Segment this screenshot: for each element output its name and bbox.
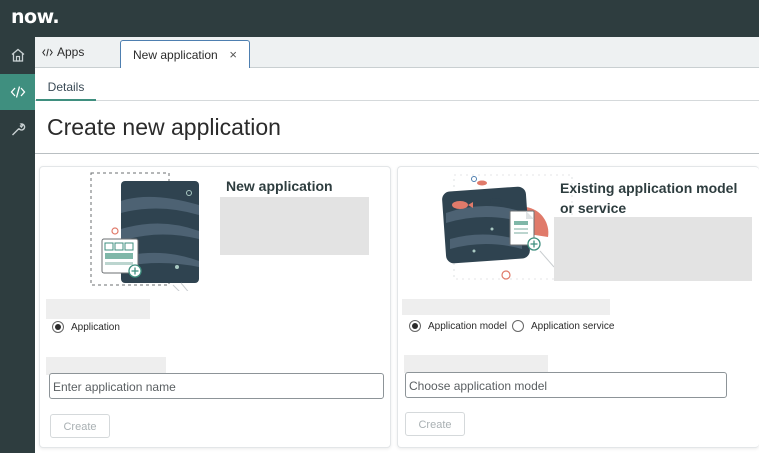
existing-heading-line2: or service: [560, 200, 627, 216]
create-button[interactable]: Create: [405, 412, 465, 436]
left-rail: [0, 37, 35, 453]
wrench-icon: [11, 123, 25, 136]
home-icon: [11, 48, 24, 62]
type-label-placeholder: [402, 299, 610, 315]
application-name-input[interactable]: Enter application name: [49, 373, 384, 399]
model-label-placeholder: [404, 355, 548, 373]
now-logo[interactable]: now.: [11, 6, 60, 28]
close-icon[interactable]: ×: [229, 47, 237, 62]
existing-application-panel: Existing application model or service Ap…: [397, 166, 759, 448]
divider: [35, 153, 759, 154]
home-button[interactable]: [0, 37, 35, 73]
radio-application-model[interactable]: Application model: [409, 320, 507, 332]
radio-application[interactable]: Application: [52, 321, 120, 333]
new-application-panel: New application Application Enter applic…: [39, 166, 391, 448]
radio-selected-icon: [409, 320, 421, 332]
new-application-illustration: [90, 172, 199, 291]
application-model-select[interactable]: Choose application model: [405, 372, 727, 398]
description-placeholder: [220, 197, 369, 255]
new-application-heading: New application: [226, 178, 333, 194]
create-button[interactable]: Create: [50, 414, 110, 438]
existing-heading-line1: Existing application model: [560, 180, 738, 196]
radio-application-service[interactable]: Application service: [512, 320, 614, 332]
main-content: Details Create new application New appli…: [35, 68, 759, 453]
radio-application-service-label: Application service: [531, 320, 615, 332]
type-label-placeholder: [46, 299, 150, 319]
page-title: Create new application: [47, 114, 281, 140]
radio-selected-icon: [52, 321, 64, 333]
radio-application-model-label: Application model: [428, 320, 507, 332]
tools-button[interactable]: [0, 111, 35, 147]
sub-tabs: Details: [35, 68, 759, 101]
tab-new-application-label: New application: [133, 48, 218, 62]
tab-new-application[interactable]: New application ×: [120, 40, 250, 68]
code-icon: [10, 86, 25, 98]
code-icon: [42, 48, 53, 56]
tab-apps[interactable]: Apps: [42, 45, 84, 59]
radio-application-label: Application: [71, 321, 120, 333]
existing-application-heading: Existing application model or service: [560, 178, 737, 218]
tab-apps-label: Apps: [57, 45, 85, 59]
description-placeholder: [554, 217, 752, 281]
radio-unselected-icon: [512, 320, 524, 332]
code-button[interactable]: [0, 74, 35, 110]
tab-bar: Apps New application ×: [35, 37, 759, 68]
tab-details[interactable]: Details: [36, 68, 96, 101]
top-bar: now.: [0, 0, 759, 37]
